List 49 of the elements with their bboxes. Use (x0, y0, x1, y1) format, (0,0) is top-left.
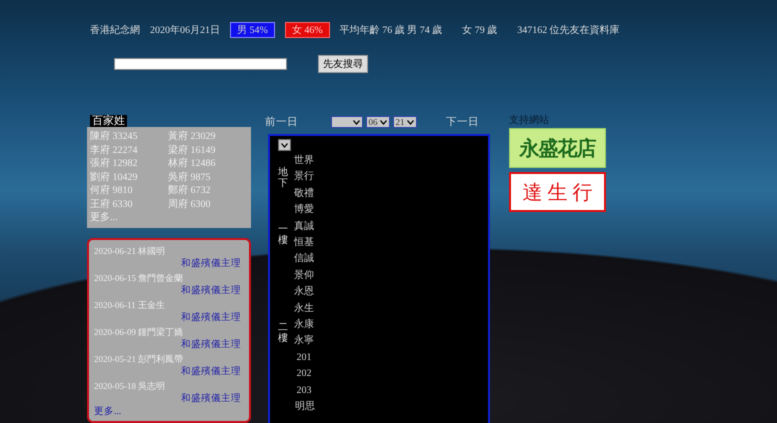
hall-link[interactable]: 203 (294, 382, 314, 400)
provider-link[interactable]: 和盛殯儀主理 (181, 284, 241, 296)
hall-link[interactable]: 景仰 (294, 268, 314, 284)
provider-link[interactable]: 和盛殯儀主理 (181, 338, 241, 350)
day-select[interactable]: 21 (392, 116, 416, 128)
caret-icon (380, 120, 386, 124)
hall-link[interactable]: 信誠 (294, 251, 314, 268)
date-text: 2020年06月21日 (150, 24, 220, 37)
provider-link[interactable]: 和盛殯儀主理 (181, 392, 241, 404)
hall-link[interactable]: 201 (294, 350, 314, 366)
caret-icon (406, 120, 414, 124)
hall-link[interactable]: 景行 (294, 169, 314, 186)
more-link[interactable]: 更多... (94, 406, 122, 418)
hall-link[interactable]: 世界 (294, 153, 314, 170)
search-button[interactable]: 先友搜尋 (318, 55, 368, 73)
caret-icon (281, 142, 288, 148)
hall-link[interactable]: 敬禮 (294, 186, 314, 202)
caret-icon (352, 120, 360, 124)
search-field[interactable] (114, 58, 287, 70)
hall-link[interactable]: 明思 (295, 399, 315, 416)
female-age-text: 女 79 歲 (462, 24, 498, 37)
year-select[interactable] (330, 116, 362, 128)
month-select[interactable]: 06 (366, 116, 390, 128)
hall-link[interactable]: 永康 (294, 317, 314, 334)
sponsor-logo[interactable]: 達 生 行 (509, 172, 606, 212)
floor-label: 地下 (278, 166, 288, 189)
provider-link[interactable]: 和盛殯儀主理 (181, 366, 241, 378)
hall-link[interactable]: 真誠 (294, 218, 314, 236)
average-age-text: 平均年齡 76 歲 男 74 歲 (340, 24, 442, 37)
sponsor-title: 支持網站 (509, 115, 550, 127)
hall-link[interactable]: 202 (294, 366, 314, 383)
hall-link[interactable]: 恒基 (294, 235, 314, 252)
provider-link[interactable]: 和盛殯儀主理 (181, 312, 241, 324)
provider-link[interactable]: 和盛殯儀主理 (181, 258, 241, 270)
dropdown-button[interactable] (278, 139, 291, 151)
site-name[interactable]: 香港紀念網 (90, 23, 140, 37)
hall-link[interactable]: 永生 (294, 300, 314, 318)
record-count-text: 347162 位先友在資料庫 (517, 24, 620, 37)
next-day-link[interactable]: 下一日 (446, 115, 479, 129)
hall-link[interactable]: 永寧 (294, 333, 314, 350)
floor-label: 一樓 (278, 224, 288, 246)
female-share-bar: 女 46% (284, 22, 330, 38)
floor-label: 二樓 (278, 322, 288, 344)
sponsor-logo[interactable]: 永盛花店 (509, 128, 606, 168)
hall-link[interactable]: 永恩 (294, 284, 314, 301)
male-share-bar: 男 54% (230, 22, 275, 38)
hall-link[interactable]: 博愛 (294, 202, 314, 219)
previous-day-link[interactable]: 前一日 (265, 115, 298, 129)
panel-title: 百家姓 (90, 115, 127, 128)
